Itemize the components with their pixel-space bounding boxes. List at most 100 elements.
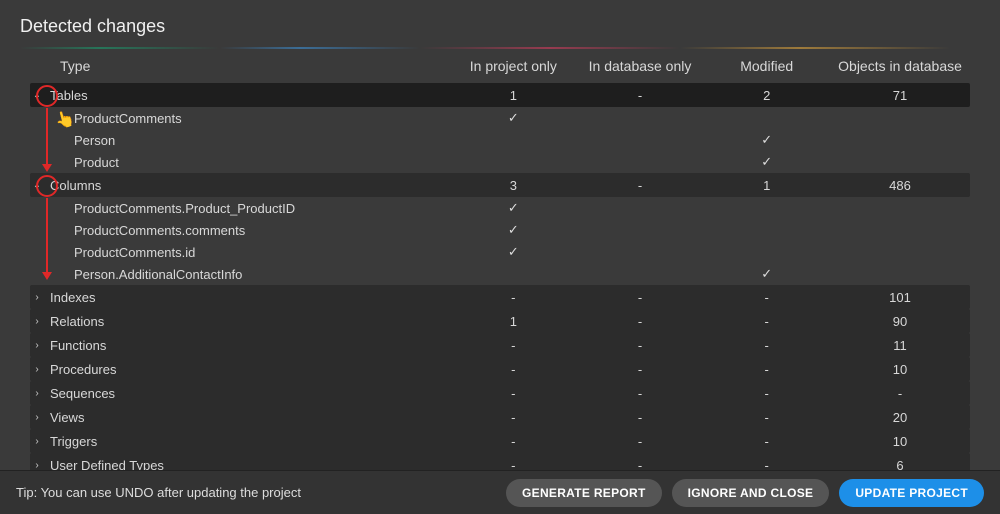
group-label: Indexes bbox=[50, 290, 96, 305]
group-row[interactable]: ⌄Columns3-1486 bbox=[30, 173, 970, 197]
divider bbox=[0, 47, 1000, 49]
cell-modified: - bbox=[703, 434, 830, 449]
dialog-title: Detected changes bbox=[0, 0, 1000, 47]
child-label: Person.AdditionalContactInfo bbox=[30, 267, 450, 282]
group-type-cell: › Relations bbox=[30, 314, 450, 329]
chevron-right-icon[interactable]: › bbox=[30, 386, 44, 400]
child-label: Product bbox=[30, 155, 450, 170]
cell-project-only: ✓ bbox=[450, 244, 577, 260]
child-row[interactable]: ProductComments.Product_ProductID✓ bbox=[30, 197, 970, 219]
cell-database-only: - bbox=[577, 362, 704, 377]
cell-database-only: - bbox=[577, 178, 704, 193]
group-row[interactable]: ›Procedures---10 bbox=[30, 357, 970, 381]
cell-modified: - bbox=[703, 338, 830, 353]
child-row[interactable]: Person ✓ bbox=[30, 129, 970, 151]
check-icon: ✓ bbox=[508, 222, 519, 237]
group-row[interactable]: ›Triggers---10 bbox=[30, 429, 970, 453]
child-row[interactable]: ProductComments.comments✓ bbox=[30, 219, 970, 241]
chevron-down-icon[interactable]: ⌄ bbox=[30, 178, 44, 192]
chevron-right-icon[interactable]: › bbox=[30, 314, 44, 328]
cell-objects: 20 bbox=[830, 410, 970, 425]
col-header-project-only: In project only bbox=[450, 58, 577, 74]
check-icon: ✓ bbox=[761, 132, 772, 147]
cell-project-only: ✓ bbox=[450, 222, 577, 238]
cell-project-only: 1 bbox=[450, 88, 577, 103]
cell-project-only: - bbox=[450, 434, 577, 449]
group-row[interactable]: ›Views---20 bbox=[30, 405, 970, 429]
col-header-database-only: In database only bbox=[577, 58, 704, 74]
cell-project-only: - bbox=[450, 290, 577, 305]
check-icon: ✓ bbox=[508, 110, 519, 125]
check-icon: ✓ bbox=[761, 266, 772, 281]
group-row[interactable]: ›Relations1--90 bbox=[30, 309, 970, 333]
col-header-modified: Modified bbox=[703, 58, 830, 74]
col-header-type: Type bbox=[30, 58, 450, 74]
group-label: Triggers bbox=[50, 434, 97, 449]
group-type-cell: › Functions bbox=[30, 338, 450, 353]
generate-report-button[interactable]: GENERATE REPORT bbox=[506, 479, 662, 507]
cell-modified: - bbox=[703, 314, 830, 329]
cell-objects: 101 bbox=[830, 290, 970, 305]
chevron-right-icon[interactable]: › bbox=[30, 338, 44, 352]
ignore-close-button[interactable]: IGNORE AND CLOSE bbox=[672, 479, 830, 507]
cell-modified: 2 bbox=[703, 88, 830, 103]
cell-modified: - bbox=[703, 362, 830, 377]
group-type-cell: › Procedures bbox=[30, 362, 450, 377]
group-label: Functions bbox=[50, 338, 106, 353]
child-row[interactable]: ProductComments.id ✓ bbox=[30, 241, 970, 263]
cell-modified: ✓ bbox=[703, 154, 830, 170]
child-row[interactable]: Product ✓ bbox=[30, 151, 970, 173]
group-label: Views bbox=[50, 410, 84, 425]
cell-objects: 486 bbox=[830, 178, 970, 193]
cell-database-only: - bbox=[577, 338, 704, 353]
group-type-cell: › Indexes bbox=[30, 290, 450, 305]
cell-modified: - bbox=[703, 410, 830, 425]
cell-database-only: - bbox=[577, 314, 704, 329]
child-row[interactable]: ProductComments✓ bbox=[30, 107, 970, 129]
table-header-row: Type In project only In database only Mo… bbox=[30, 49, 970, 83]
cell-objects: 11 bbox=[830, 338, 970, 353]
check-icon: ✓ bbox=[508, 244, 519, 259]
group-row[interactable]: ›Functions---11 bbox=[30, 333, 970, 357]
tip-text: Tip: You can use UNDO after updating the… bbox=[16, 485, 301, 500]
update-project-button[interactable]: UPDATE PROJECT bbox=[839, 479, 984, 507]
chevron-right-icon[interactable]: › bbox=[30, 290, 44, 304]
group-label: Procedures bbox=[50, 362, 116, 377]
group-type-cell: ⌄ Tables bbox=[30, 88, 450, 103]
cell-database-only: - bbox=[577, 290, 704, 305]
footer-bar: Tip: You can use UNDO after updating the… bbox=[0, 470, 1000, 514]
cell-project-only: ✓ bbox=[450, 110, 577, 126]
group-row[interactable]: ›Indexes---101 bbox=[30, 285, 970, 309]
cell-project-only: - bbox=[450, 410, 577, 425]
cell-project-only: - bbox=[450, 362, 577, 377]
chevron-right-icon[interactable]: › bbox=[30, 410, 44, 424]
cell-project-only: - bbox=[450, 338, 577, 353]
group-type-cell: ⌄Columns bbox=[30, 178, 450, 193]
cell-modified: ✓ bbox=[703, 266, 830, 282]
child-row[interactable]: Person.AdditionalContactInfo ✓ bbox=[30, 263, 970, 285]
cell-objects: - bbox=[830, 386, 970, 401]
cell-objects: 71 bbox=[830, 88, 970, 103]
cell-project-only: - bbox=[450, 386, 577, 401]
group-label: Tables bbox=[50, 88, 88, 103]
child-label: ProductComments.Product_ProductID bbox=[30, 201, 450, 216]
cell-project-only: 3 bbox=[450, 178, 577, 193]
group-label: Relations bbox=[50, 314, 104, 329]
cell-objects: 10 bbox=[830, 362, 970, 377]
chevron-down-icon[interactable]: ⌄ bbox=[30, 88, 44, 102]
cell-objects: 10 bbox=[830, 434, 970, 449]
changes-table: Type In project only In database only Mo… bbox=[0, 49, 1000, 477]
footer-buttons: GENERATE REPORT IGNORE AND CLOSE UPDATE … bbox=[506, 479, 984, 507]
group-type-cell: › Triggers bbox=[30, 434, 450, 449]
child-label: ProductComments.id bbox=[30, 245, 450, 260]
group-label: Sequences bbox=[50, 386, 115, 401]
col-header-objects: Objects in database bbox=[830, 58, 970, 74]
group-row[interactable]: ›Sequences---- bbox=[30, 381, 970, 405]
chevron-right-icon[interactable]: › bbox=[30, 434, 44, 448]
chevron-right-icon[interactable]: › bbox=[30, 362, 44, 376]
cell-objects: 90 bbox=[830, 314, 970, 329]
cell-modified: - bbox=[703, 290, 830, 305]
child-label: Person bbox=[30, 133, 450, 148]
cell-database-only: - bbox=[577, 410, 704, 425]
group-row[interactable]: ⌄Tables1-271 bbox=[30, 83, 970, 107]
